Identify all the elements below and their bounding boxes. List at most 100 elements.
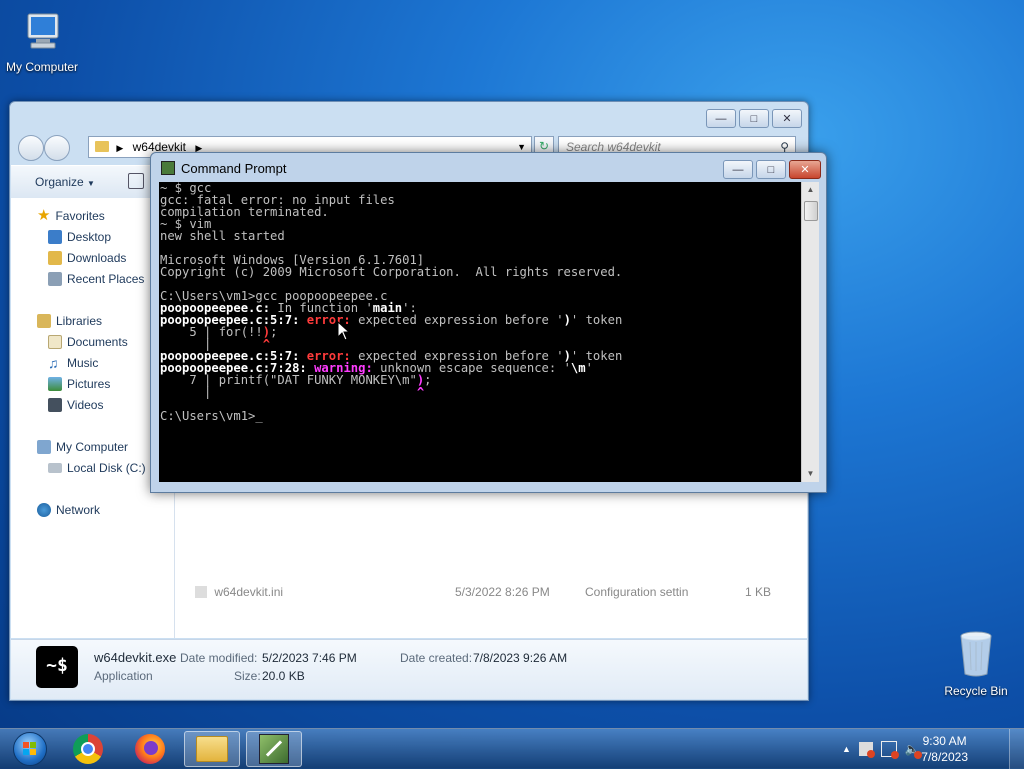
chevron-down-icon: ▼ [87, 179, 95, 188]
clock-date: 7/8/2023 [921, 750, 968, 764]
sidebar-item-label: Libraries [56, 314, 103, 328]
toolbar-open-button[interactable] [128, 173, 144, 189]
sidebar-item-pictures[interactable]: Pictures [48, 377, 110, 391]
details-date-modified-label: Date modified: [180, 651, 258, 665]
cmd-caption-buttons: — □ ✕ [723, 160, 821, 179]
show-desktop-button[interactable] [1009, 729, 1024, 769]
taskbar-firefox-button[interactable] [122, 731, 178, 767]
close-icon: ✕ [800, 164, 810, 176]
maximize-icon: □ [767, 163, 775, 176]
sidebar-item-my-computer[interactable]: My Computer [37, 440, 128, 454]
windows-orb-icon [13, 732, 47, 766]
desktop-icon-label: My Computer [5, 60, 79, 74]
scroll-up-button[interactable]: ▲ [802, 182, 819, 198]
window-title: Command Prompt [181, 161, 287, 176]
maximize-button[interactable]: □ [739, 109, 769, 128]
close-button[interactable]: ✕ [772, 109, 802, 128]
sidebar-item-local-disk[interactable]: Local Disk (C:) [48, 461, 146, 475]
console-token: ) [563, 313, 571, 327]
sidebar-item-label: Favorites [55, 209, 105, 223]
sidebar-item-libraries[interactable]: Libraries [37, 314, 102, 328]
details-date-created-label: Date created: [400, 651, 473, 665]
console-line: Copyright (c) 2009 Microsoft Corporation… [160, 265, 623, 279]
maximize-icon: □ [750, 112, 758, 125]
forward-button[interactable] [44, 135, 70, 161]
back-button[interactable] [18, 135, 44, 161]
action-center-flag-icon[interactable] [858, 742, 875, 758]
scroll-thumb[interactable] [804, 201, 818, 221]
w64devkit-icon [161, 161, 175, 175]
details-size-label: Size: [234, 669, 261, 683]
desktop-icon-my-computer[interactable]: My Computer [0, 10, 84, 74]
details-pane: ~$ w64devkit.exe Application Date modifi… [11, 639, 807, 699]
console-text: ~ $ gcc gcc: fatal error: no input files… [160, 182, 622, 422]
taskbar-clock[interactable]: 9:30 AM 7/8/2023 [921, 733, 968, 765]
clock-time: 9:30 AM [922, 734, 967, 748]
details-date-modified: 5/2/2023 7:46 PM [262, 651, 357, 665]
sidebar-item-music[interactable]: ♫ Music [48, 356, 98, 370]
sidebar-item-label: Desktop [67, 230, 112, 244]
sidebar-item-downloads[interactable]: Downloads [48, 251, 126, 265]
sidebar-item-videos[interactable]: Videos [48, 398, 103, 412]
command-prompt-window[interactable]: Command Prompt — □ ✕ ~ $ gcc gcc: fatal … [150, 152, 827, 493]
console-output[interactable]: ~ $ gcc gcc: fatal error: no input files… [159, 182, 801, 482]
sidebar-item-desktop[interactable]: Desktop [48, 230, 111, 244]
sidebar-item-label: My Computer [56, 440, 129, 454]
network-icon [37, 503, 51, 517]
show-hidden-icons-icon[interactable]: ▲ [842, 744, 851, 754]
console-cursor: _ [255, 409, 263, 423]
sidebar-item-label: Pictures [67, 377, 111, 391]
libraries-icon [37, 314, 51, 328]
notification-area: ▲ 🔈 [842, 729, 922, 769]
close-button[interactable]: ✕ [789, 160, 821, 179]
music-icon: ♫ [48, 355, 59, 371]
console-scrollbar[interactable]: ▲ ▼ [801, 182, 819, 482]
console-line: new shell started [160, 229, 285, 243]
sidebar-item-label: Documents [67, 335, 128, 349]
console-token: \m [570, 361, 586, 375]
details-file-type: Application [94, 669, 153, 683]
minimize-button[interactable]: — [723, 160, 753, 179]
videos-icon [48, 398, 62, 412]
taskbar-chrome-button[interactable] [60, 731, 116, 767]
taskbar-explorer-button[interactable] [184, 731, 240, 767]
console-caret: ^ [416, 385, 425, 399]
organize-button[interactable]: Organize ▼ [35, 175, 95, 189]
star-icon: ★ [37, 207, 51, 224]
documents-icon [48, 335, 62, 349]
maximize-button[interactable]: □ [756, 160, 786, 179]
downloads-icon [48, 251, 62, 265]
file-type: Configuration settin [585, 585, 689, 599]
console-text-segment: expected expression before ' [350, 313, 564, 327]
sidebar-item-label: Recent Places [67, 272, 145, 286]
sidebar-item-recent-places[interactable]: Recent Places [48, 272, 144, 286]
file-icon [195, 586, 207, 598]
sidebar-item-label: Network [56, 503, 101, 517]
network-status-icon[interactable] [880, 741, 899, 759]
sidebar-item-documents[interactable]: Documents [48, 335, 128, 349]
sidebar-item-network[interactable]: Network [37, 503, 100, 517]
computer-icon [0, 10, 84, 57]
file-name: w64devkit.ini [214, 585, 284, 599]
file-date: 5/3/2022 8:26 PM [455, 585, 550, 599]
explorer-caption-buttons: — □ ✕ [706, 109, 802, 128]
w64devkit-icon [259, 734, 289, 764]
console-prompt: C:\Users\vm1> [160, 409, 256, 423]
minimize-button[interactable]: — [706, 109, 736, 128]
desktop-icon-recycle-bin[interactable]: Recycle Bin [934, 630, 1018, 698]
scroll-down-button[interactable]: ▼ [802, 466, 819, 482]
folder-icon [196, 736, 228, 762]
recycle-bin-icon [934, 630, 1018, 681]
volume-muted-icon[interactable]: 🔈 [905, 742, 922, 759]
firefox-icon [135, 734, 165, 764]
taskbar-w64devkit-button[interactable] [246, 731, 302, 767]
console-gutter: | [160, 385, 417, 399]
console-text-segment: ' [585, 361, 593, 375]
list-item[interactable]: w64devkit.ini [195, 585, 283, 599]
sidebar-item-favorites[interactable]: ★ Favorites [37, 207, 105, 224]
sidebar-item-label: Videos [67, 398, 104, 412]
console-text-segment: ; [270, 325, 278, 339]
recent-places-icon [48, 272, 62, 286]
start-button[interactable] [2, 731, 58, 767]
sidebar-item-label: Music [67, 356, 99, 370]
